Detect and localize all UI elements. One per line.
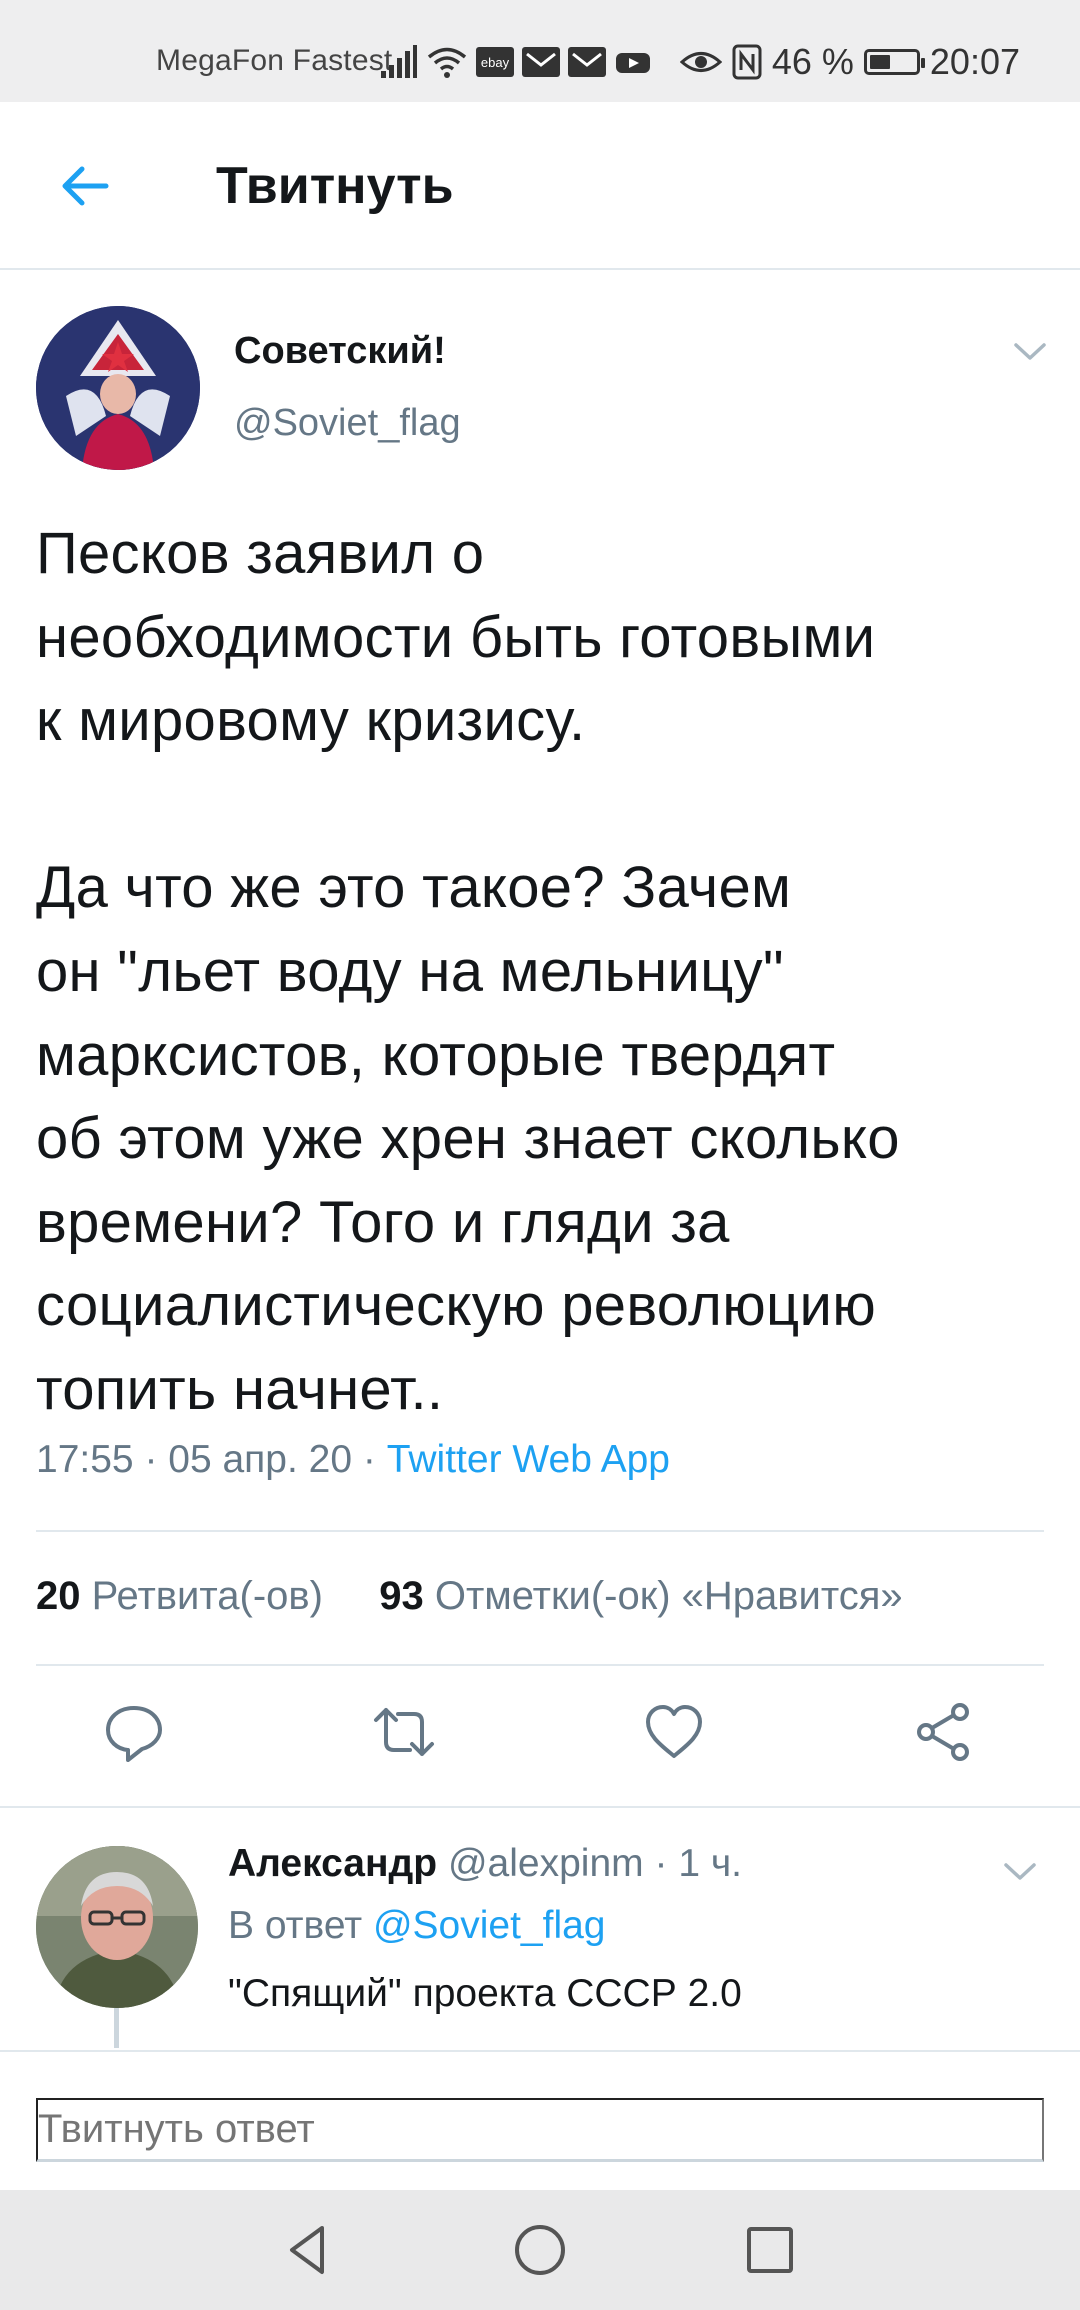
divider xyxy=(36,1530,1044,1532)
retweets-label: Ретвита(-ов) xyxy=(91,1574,323,1618)
author-avatar[interactable] xyxy=(36,306,200,470)
ebay-icon: ebay xyxy=(476,47,514,77)
nav-recents-icon[interactable] xyxy=(740,2220,800,2280)
svg-text:ebay: ebay xyxy=(481,55,510,70)
nfc-icon xyxy=(732,44,762,80)
meta-separator: · xyxy=(654,1842,679,1885)
tweet-time: 17:55 xyxy=(36,1438,134,1481)
nav-home-icon[interactable] xyxy=(510,2220,570,2280)
reply-input[interactable] xyxy=(36,2098,1044,2162)
reply-icon[interactable] xyxy=(102,1700,166,1764)
divider xyxy=(36,1664,1044,1666)
tweet-meta: 17:55 · 05 апр. 20 · Twitter Web App xyxy=(36,1438,670,1482)
youtube-icon xyxy=(616,53,650,73)
tweet-source-link[interactable]: Twitter Web App xyxy=(387,1438,670,1481)
clock: 20:07 xyxy=(929,41,1020,82)
thread-connector-line xyxy=(114,2008,119,2048)
eye-comfort-icon xyxy=(679,52,722,72)
carrier-name: MegaFon Fastest xyxy=(156,44,393,77)
reply-header: Александр @alexpinm · 1 ч. xyxy=(228,1842,742,1886)
reply-to-prefix: В ответ xyxy=(228,1904,363,1947)
tweet-text: Песков заявил о необходимости быть готов… xyxy=(36,521,900,1422)
reply-author-name[interactable]: Александр xyxy=(228,1842,437,1885)
reply-time-ago: 1 ч. xyxy=(678,1842,742,1885)
status-right: 46 % 20:07 xyxy=(679,40,1020,84)
battery-percent: 46 % xyxy=(771,41,854,82)
nav-back-icon[interactable] xyxy=(278,2220,338,2280)
author-handle[interactable]: @Soviet_flag xyxy=(234,402,461,445)
section-divider xyxy=(0,1806,1080,1808)
status-icons: ebay xyxy=(380,42,652,82)
mail-icon xyxy=(522,47,560,77)
likes-stat[interactable]: 93 Отметки(-ок) «Нравится» xyxy=(379,1574,902,1618)
retweets-stat[interactable]: 20 Ретвита(-ов) xyxy=(36,1574,323,1618)
author-avatar-image xyxy=(36,306,200,470)
reply-to-line: В ответ @Soviet_flag xyxy=(228,1904,606,1948)
retweets-count: 20 xyxy=(36,1574,81,1618)
wifi-icon xyxy=(427,47,467,78)
reply-text: "Спящий" проекта СССР 2.0 xyxy=(228,1972,742,2015)
signal-icon xyxy=(381,45,417,78)
chevron-down-icon[interactable] xyxy=(1000,1856,1040,1886)
likes-label: Отметки(-ок) «Нравится» xyxy=(434,1574,903,1618)
compose-reply-bar xyxy=(0,2050,1080,2190)
reply-author-avatar[interactable] xyxy=(36,1846,198,2008)
system-nav-bar xyxy=(0,2190,1080,2310)
share-icon[interactable] xyxy=(912,1700,976,1764)
meta-separator: · xyxy=(144,1438,169,1481)
reply-author-handle[interactable]: @alexpinm xyxy=(448,1842,644,1885)
like-heart-icon[interactable] xyxy=(642,1700,706,1764)
retweet-icon[interactable] xyxy=(372,1700,436,1764)
reply-author-avatar-image xyxy=(36,1846,198,2008)
top-app-bar: Твитнуть xyxy=(0,102,1080,270)
meta-separator: · xyxy=(362,1438,387,1481)
tweet-date: 05 апр. 20 xyxy=(168,1438,353,1481)
mail-icon xyxy=(568,47,606,77)
tweet-stats: 20 Ретвита(-ов) 93 Отметки(-ок) «Нравитс… xyxy=(36,1574,903,1619)
page-title: Твитнуть xyxy=(216,157,454,215)
reply-to-mention-link[interactable]: @Soviet_flag xyxy=(373,1904,606,1947)
chevron-down-icon[interactable] xyxy=(1010,336,1050,366)
likes-count: 93 xyxy=(379,1574,424,1618)
back-arrow-icon[interactable] xyxy=(56,158,112,214)
author-name[interactable]: Советский! xyxy=(234,330,446,373)
battery-icon xyxy=(863,49,925,75)
status-bar: MegaFon Fastest ebay 46 % 20:07 xyxy=(0,0,1080,102)
